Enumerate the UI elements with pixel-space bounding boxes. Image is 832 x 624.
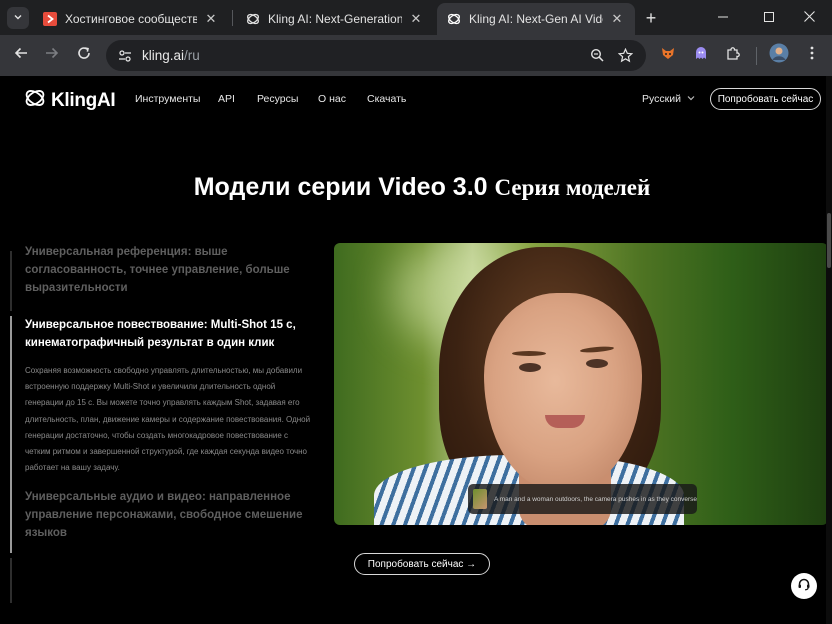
video-eye [519, 363, 541, 372]
fox-extension-icon [660, 45, 676, 66]
scrollbar-thumb[interactable] [827, 213, 831, 268]
more-vert-icon [810, 46, 814, 65]
tab-title: Kling AI: Next-Generation AI C [268, 12, 402, 26]
site-header: KlingAI Инструменты API Ресурсы О нас Ск… [0, 76, 832, 122]
ghost-extension-button[interactable] [689, 43, 713, 67]
back-button[interactable] [9, 43, 33, 67]
feature-title-multishot[interactable]: Универсальное повествование: Multi-Shot … [25, 316, 310, 352]
timeweb-icon [43, 12, 57, 26]
url-path: /ru [184, 48, 200, 63]
minimize-button[interactable] [700, 0, 746, 35]
ghost-extension-icon [693, 45, 709, 66]
tab-strip: Хостинговое сообщество «Т ✕ Kling AI: Ne… [0, 0, 832, 35]
nav-resources[interactable]: Ресурсы [257, 93, 298, 105]
nav-tools[interactable]: Инструменты [135, 93, 200, 105]
language-selector[interactable]: Русский [642, 93, 695, 105]
new-tab-button[interactable]: + [641, 8, 661, 28]
video-prompt-caption: A man and a woman outdoors, the camera p… [468, 484, 697, 514]
logo-text: KlingAI [51, 89, 116, 111]
video-brow [512, 351, 546, 356]
browser-menu-button[interactable] [800, 43, 824, 67]
headset-icon [797, 577, 811, 596]
kling-page: KlingAI Инструменты API Ресурсы О нас Ск… [0, 76, 832, 624]
puzzle-icon [725, 45, 741, 66]
feature-title-audio[interactable]: Универсальные аудио и видео: направленно… [25, 488, 305, 542]
title-main: Модели серии Video 3.0 [193, 173, 488, 201]
feature-indicator-active [10, 316, 12, 553]
zoom-icon[interactable] [586, 44, 608, 66]
avatar [769, 43, 789, 68]
feature-indicator [10, 251, 12, 311]
language-label: Русский [642, 93, 681, 105]
address-bar[interactable]: kling.ai/ru [106, 40, 646, 71]
support-button[interactable] [791, 573, 817, 599]
plus-icon: + [645, 7, 657, 28]
browser-toolbar: kling.ai/ru [0, 35, 832, 76]
url-host: kling.ai [142, 48, 185, 63]
tab-search-button[interactable] [7, 7, 29, 29]
close-tab-icon[interactable]: ✕ [203, 11, 219, 27]
nav-api[interactable]: API [218, 93, 235, 105]
close-tab-icon[interactable]: ✕ [408, 11, 424, 27]
forward-button[interactable] [40, 43, 64, 67]
kling-logo-icon [24, 87, 46, 114]
chevron-down-icon [687, 94, 695, 104]
maximize-icon [764, 9, 774, 27]
url-text: kling.ai/ru [142, 48, 200, 63]
feature-title-reference[interactable]: Универсальная референция: выше согласова… [25, 243, 315, 297]
site-settings-icon[interactable] [116, 47, 134, 65]
nav-about[interactable]: О нас [318, 93, 346, 105]
page-scrollbar[interactable] [826, 76, 832, 624]
arrow-right-icon [45, 46, 59, 65]
demo-video[interactable]: A man and a woman outdoors, the camera p… [334, 243, 828, 525]
tab-kling-generation[interactable]: Kling AI: Next-Generation AI C ✕ [236, 3, 434, 35]
kling-logo[interactable]: KlingAI [24, 87, 116, 114]
kling-icon [246, 12, 260, 26]
chevron-down-icon [13, 9, 23, 27]
close-window-button[interactable] [786, 0, 832, 35]
fox-extension-button[interactable] [656, 43, 680, 67]
tab-hosting[interactable]: Хостинговое сообщество «Т ✕ [33, 3, 229, 35]
try-now-header-button[interactable]: Попробовать сейчас [710, 88, 821, 110]
extensions-button[interactable] [721, 43, 745, 67]
tab-title: Хостинговое сообщество «Т [65, 12, 197, 26]
bookmark-star-icon[interactable] [614, 44, 636, 66]
minimize-icon [718, 9, 728, 27]
title-serif: Серия моделей [494, 175, 651, 200]
tab-kling-video-active[interactable]: Kling AI: Next-Gen AI Video & ✕ [437, 3, 635, 35]
reload-icon [77, 46, 91, 65]
feature-indicator [10, 558, 12, 603]
close-tab-icon[interactable]: ✕ [609, 11, 625, 27]
toolbar-separator [756, 47, 757, 65]
close-icon [803, 9, 815, 27]
try-now-button[interactable]: Попробовать сейчас → [354, 553, 490, 575]
tab-separator [232, 10, 233, 26]
kling-icon [447, 12, 461, 26]
tab-title: Kling AI: Next-Gen AI Video & [469, 12, 603, 26]
arrow-left-icon [14, 46, 28, 65]
reload-button[interactable] [72, 43, 96, 67]
nav-download[interactable]: Скачать [367, 93, 406, 105]
video-eye [586, 359, 608, 368]
caption-thumbnail [473, 489, 487, 509]
video-face [484, 293, 642, 489]
caption-text: A man and a woman outdoors, the camera p… [493, 495, 697, 503]
feature-description: Сохраняя возможность свободно управлять … [25, 366, 311, 473]
profile-button[interactable] [767, 43, 791, 67]
page-title: Модели серии Video 3.0 Серия моделей [0, 173, 832, 202]
